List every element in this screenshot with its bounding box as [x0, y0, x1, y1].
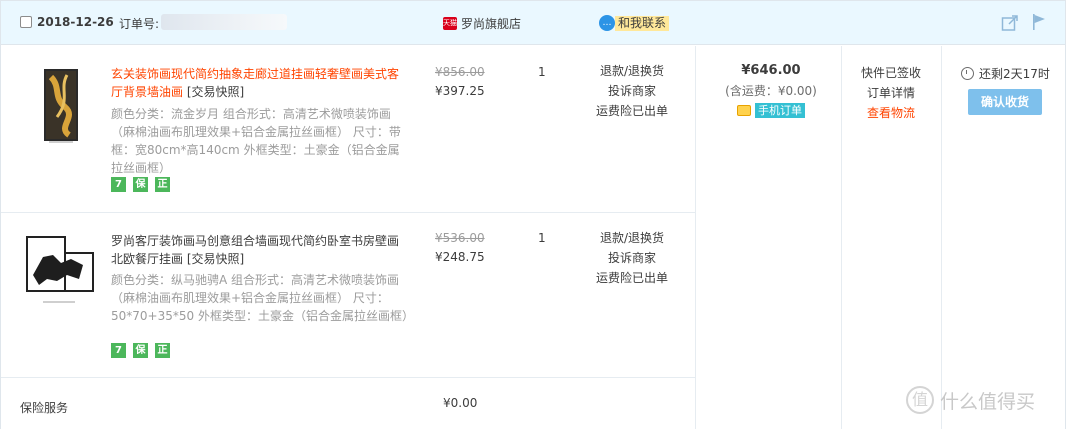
guarantee-icon[interactable]: 保 — [133, 177, 148, 192]
item-2-thumbnail[interactable] — [23, 235, 97, 309]
item-2-quantity: 1 — [538, 231, 546, 245]
site-watermark: 值 什么值得买 — [906, 386, 1035, 414]
confirm-receipt-button[interactable]: 确认收货 — [968, 89, 1042, 115]
guarantee-icon[interactable]: 保 — [133, 343, 148, 358]
item-2-title[interactable]: 罗尚客厅装饰画马创意组合墙画现代简约卧室书房壁画北欧餐厅挂画 [交易快照] — [111, 232, 407, 268]
mobile-order-label: 手机订单 — [755, 103, 805, 118]
item-1-price: ¥397.25 — [435, 84, 485, 98]
order-checkbox[interactable] — [20, 16, 32, 28]
item-1-original-price: ¥856.00 — [435, 65, 485, 79]
shipping-insurance-label: 运费险已出单 — [595, 104, 668, 118]
shipping-insurance-label: 运费险已出单 — [595, 271, 668, 285]
order-number-label: 订单号: — [119, 17, 160, 31]
view-logistics-link[interactable]: 查看物流 — [843, 103, 939, 123]
item-2-badges: 7 保 正 — [111, 343, 170, 358]
item-2-props: 颜色分类：纵马驰骋A 组合形式：高清艺术微喷装饰画（麻棉油画布肌理效果+铝合金属… — [111, 273, 414, 323]
insurance-label: 保险服务 — [20, 401, 69, 415]
item-1-thumbnail[interactable] — [39, 67, 83, 145]
item-1-props: 颜色分类：流金岁月 组合形式：高清艺术微喷装饰画（麻棉油画布肌理效果+铝合金属拉… — [111, 107, 401, 175]
genuine-icon[interactable]: 正 — [155, 343, 170, 358]
seven-day-return-icon[interactable]: 7 — [111, 177, 126, 192]
item-2-actions: 退款/退换货 投诉商家 运费险已出单 — [587, 228, 677, 288]
mobile-order-tag: 手机订单 — [701, 103, 841, 118]
genuine-icon[interactable]: 正 — [155, 177, 170, 192]
shipping-fee: (含运费：¥0.00) — [725, 84, 817, 98]
item-2-price: ¥248.75 — [435, 250, 485, 264]
flag-icon[interactable] — [1031, 13, 1047, 31]
complain-link[interactable]: 投诉商家 — [587, 248, 677, 268]
item-1-badges: 7 保 正 — [111, 177, 170, 192]
item-1-quantity: 1 — [538, 65, 546, 79]
refund-link[interactable]: 退款/退换货 — [587, 228, 677, 248]
column-divider — [941, 46, 942, 429]
contact-seller-button[interactable]: … 和我联系 — [599, 15, 670, 31]
countdown-text: 还剩2天17时 — [979, 67, 1050, 81]
item-1-actions: 退款/退换货 投诉商家 运费险已出单 — [587, 61, 677, 121]
order-total: ¥646.00 (含运费：¥0.00) 手机订单 — [701, 63, 841, 118]
column-divider — [841, 46, 842, 429]
card-icon — [737, 105, 751, 116]
seven-day-return-icon[interactable]: 7 — [111, 343, 126, 358]
item-2-original-price: ¥536.00 — [435, 231, 485, 245]
shop-name: 罗尚旗舰店 — [461, 17, 522, 31]
complain-link[interactable]: 投诉商家 — [587, 81, 677, 101]
contact-label: 和我联系 — [615, 15, 670, 31]
item-1-snapshot-link[interactable]: [交易快照] — [187, 85, 244, 99]
item-2-title-text[interactable]: 罗尚客厅装饰画马创意组合墙画现代简约卧室书房壁画北欧餐厅挂画 — [111, 234, 399, 266]
order-date: 2018-12-26 — [37, 15, 114, 29]
watermark-text: 什么值得买 — [940, 390, 1036, 413]
watermark-logo-icon: 值 — [906, 386, 934, 414]
insurance-price: ¥0.00 — [443, 396, 478, 410]
column-divider — [695, 46, 696, 429]
row-divider — [1, 212, 695, 213]
order-card: 2018-12-26 订单号: 天猫 罗尚旗舰店 … 和我联系 玄关装饰画现代简… — [0, 0, 1066, 429]
order-status: 快件已签收 订单详情 查看物流 — [843, 63, 939, 123]
order-details-link[interactable]: 订单详情 — [843, 83, 939, 103]
delivery-status: 快件已签收 — [860, 66, 921, 80]
row-divider — [1, 377, 695, 378]
share-icon[interactable] — [1001, 14, 1019, 32]
item-1-title-text[interactable]: 玄关装饰画现代简约抽象走廊过道挂画轻奢壁画美式客厅背景墙油画 — [111, 67, 399, 99]
shop-link[interactable]: 天猫 罗尚旗舰店 — [443, 15, 521, 32]
clock-icon — [961, 67, 974, 80]
chat-bubble-icon: … — [599, 15, 615, 31]
tmall-icon: 天猫 — [443, 17, 457, 30]
order-header: 2018-12-26 订单号: 天猫 罗尚旗舰店 … 和我联系 — [1, 1, 1065, 45]
order-number-redacted — [161, 14, 287, 30]
item-1-title[interactable]: 玄关装饰画现代简约抽象走廊过道挂画轻奢壁画美式客厅背景墙油画 [交易快照] — [111, 65, 407, 101]
refund-link[interactable]: 退款/退换货 — [587, 61, 677, 81]
countdown: 还剩2天17时 — [961, 65, 1050, 82]
item-2-snapshot-link[interactable]: [交易快照] — [187, 252, 244, 266]
total-amount: ¥646.00 — [741, 63, 801, 78]
